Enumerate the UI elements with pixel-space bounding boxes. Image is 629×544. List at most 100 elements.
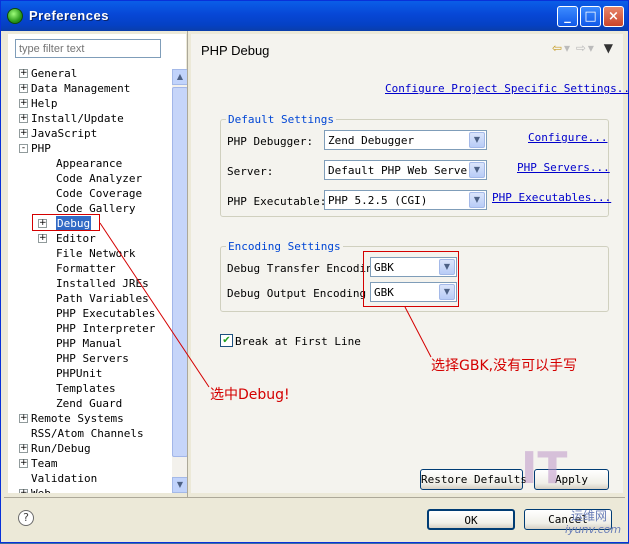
back-dropdown-icon[interactable]: ▾ [564,41,570,55]
expand-icon[interactable]: + [19,489,28,493]
php-debugger-label: PHP Debugger: [227,135,314,148]
tree-item[interactable]: PHP Interpreter [19,321,172,336]
tree-item[interactable]: + General [19,66,172,81]
server-select[interactable]: Default PHP Web Server ▼ [324,160,487,180]
tree-item-label[interactable]: Installed JREs [56,276,149,291]
tree-item[interactable]: + Install/Update [19,111,172,126]
tree-item[interactable]: Path Variables [19,291,172,306]
tree-item-label[interactable]: Validation [31,471,97,486]
expand-icon[interactable]: + [19,129,28,138]
scroll-down-icon[interactable]: ▼ [172,477,188,493]
tree-item-label[interactable]: Data Management [31,81,130,96]
encoding-highlight-box [363,251,459,307]
chevron-down-icon[interactable]: ▼ [469,132,485,148]
tree-item-label[interactable]: JavaScript [31,126,97,141]
tree-item[interactable]: + Data Management [19,81,172,96]
expand-icon[interactable]: + [19,84,28,93]
tree-item[interactable]: + Run/Debug [19,441,172,456]
expand-icon[interactable]: + [19,444,28,453]
tree-item-label[interactable]: Run/Debug [31,441,91,456]
expand-icon[interactable]: + [19,69,28,78]
maximize-button[interactable]: □ [580,6,601,27]
tree-item[interactable]: +Web [19,486,172,493]
tree-item-label[interactable]: Templates [56,381,116,396]
tree-item[interactable]: + Editor [19,231,172,246]
tree-item-label[interactable]: Remote Systems [31,411,124,426]
tree-item-label[interactable]: PHP [31,141,51,156]
tree-item[interactable]: PHP Executables [19,306,172,321]
tree-item-label[interactable]: PHP Servers [56,351,129,366]
close-button[interactable]: × [603,6,624,27]
tree-item[interactable]: Zend Guard [19,396,172,411]
collapse-icon[interactable]: - [19,144,28,153]
tree-item[interactable]: + Help [19,96,172,111]
tree-item[interactable]: Appearance [19,156,172,171]
tree-scrollbar[interactable]: ▲ ▼ [172,69,188,493]
tree-item-label[interactable]: Formatter [56,261,116,276]
minimize-button[interactable]: _ [557,6,578,27]
tree-item-label[interactable]: Web [31,486,51,493]
expand-icon[interactable]: + [19,114,28,123]
tree-item-label[interactable]: Appearance [56,156,122,171]
chevron-down-icon[interactable]: ▼ [469,192,485,208]
php-executables-link[interactable]: PHP Executables... [492,191,611,204]
break-first-line-label[interactable]: Break at First Line [235,335,361,348]
tree-item[interactable]: File Network [19,246,172,261]
scroll-up-icon[interactable]: ▲ [172,69,188,85]
pane-sash[interactable] [187,31,190,497]
tree-item[interactable]: + Team [19,456,172,471]
expand-icon[interactable]: + [19,414,28,423]
configure-link[interactable]: Configure... [528,131,607,144]
expand-icon[interactable]: + [19,459,28,468]
tree-item-label[interactable]: PHP Executables [56,306,155,321]
project-settings-link[interactable]: Configure Project Specific Settings... [385,82,629,95]
tree-item[interactable]: + Remote Systems [19,411,172,426]
php-debugger-select[interactable]: Zend Debugger ▼ [324,130,487,150]
tree-item[interactable]: RSS/Atom Channels [19,426,172,441]
tree-item[interactable]: Validation [19,471,172,486]
tree-item[interactable]: Code Coverage [19,186,172,201]
tree-item[interactable]: - PHP [19,141,172,156]
tree-item-label[interactable]: Team [31,456,58,471]
tree-item[interactable]: PHP Manual [19,336,172,351]
view-menu-icon[interactable]: ▼ [604,41,613,55]
title-bar[interactable]: Preferences _ □ × [1,1,628,31]
expand-icon[interactable]: + [19,99,28,108]
tree-item[interactable]: Templates [19,381,172,396]
tree-item[interactable]: PHP Servers [19,351,172,366]
tree-item-label[interactable]: Editor [56,231,96,246]
tree-item-label[interactable]: Help [31,96,58,111]
tree-item[interactable]: + JavaScript [19,126,172,141]
filter-input[interactable] [15,39,161,58]
window-title: Preferences [29,8,109,23]
tree-item-label[interactable]: General [31,66,77,81]
ok-button[interactable]: OK [427,509,515,530]
chevron-down-icon[interactable]: ▼ [469,162,485,178]
php-executable-select[interactable]: PHP 5.2.5 (CGI) ▼ [324,190,487,210]
restore-defaults-button[interactable]: Restore Defaults [420,469,527,490]
back-arrow-icon[interactable]: ⇦ [552,41,562,55]
tree-item[interactable]: Formatter [19,261,172,276]
tree-item-label[interactable]: PHPUnit [56,366,102,381]
tree-item[interactable]: PHPUnit [19,366,172,381]
tree-item-label[interactable]: RSS/Atom Channels [31,426,144,441]
tree-item[interactable]: Code Analyzer [19,171,172,186]
tree-item-label[interactable]: PHP Interpreter [56,321,155,336]
forward-arrow-icon[interactable]: ⇨ [576,41,586,55]
tree-item-label[interactable]: Install/Update [31,111,124,126]
tree-item-label[interactable]: Zend Guard [56,396,122,411]
php-executable-value: PHP 5.2.5 (CGI) [328,194,428,207]
php-servers-link[interactable]: PHP Servers... [517,161,610,174]
help-icon[interactable]: ? [18,510,34,526]
tree-item-label[interactable]: File Network [56,246,135,261]
break-first-line-checkbox[interactable]: ✔ [220,334,233,347]
tree-item-label[interactable]: Path Variables [56,291,149,306]
tree-item[interactable]: Installed JREs [19,276,172,291]
tree-item-label[interactable]: PHP Manual [56,336,122,351]
tree-item-label[interactable]: Code Coverage [56,186,142,201]
forward-dropdown-icon[interactable]: ▾ [588,41,594,55]
scroll-thumb[interactable] [172,87,188,457]
tree-item-label[interactable]: Code Analyzer [56,171,142,186]
watermark-cn-text: 运维网 [571,509,608,523]
expand-icon[interactable]: + [38,234,47,243]
